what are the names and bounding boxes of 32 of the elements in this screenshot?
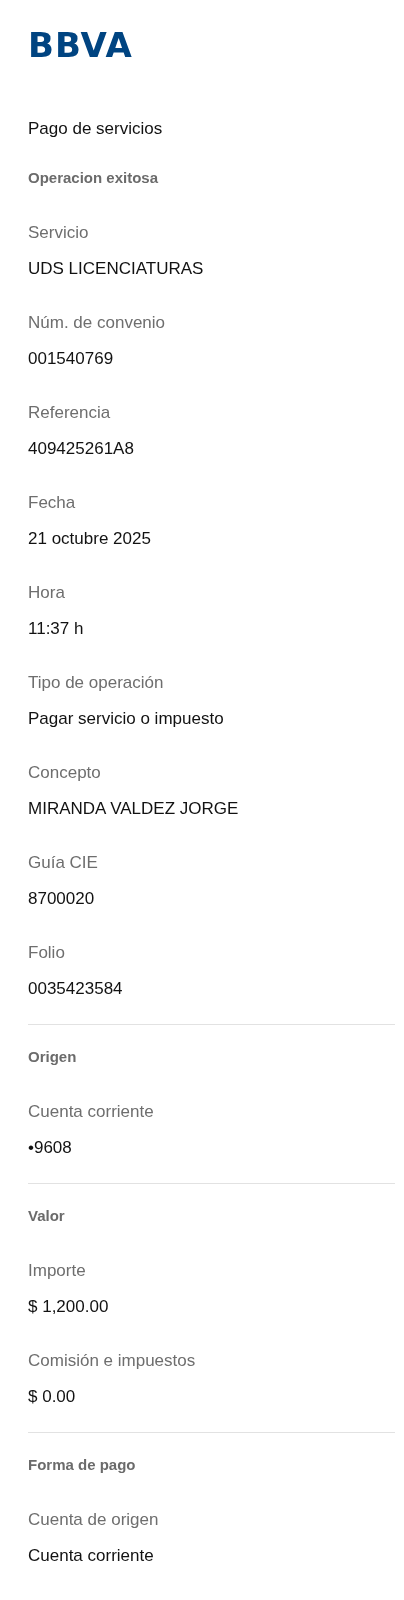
field-label: Tipo de operación: [28, 672, 164, 694]
field-value: 21 octubre 2025: [28, 528, 151, 550]
section-heading: Valor: [28, 1206, 65, 1226]
section-heading: Operacion exitosa: [28, 168, 159, 188]
field-label: Comisión e impuestos: [28, 1350, 196, 1372]
field-value: 8700020: [28, 888, 95, 910]
field-value: 0035423584: [28, 978, 123, 1000]
field-label: Referencia: [28, 402, 111, 424]
brand-logo: BBVA: [28, 28, 133, 62]
field-value: Cuenta corriente: [28, 1545, 154, 1567]
section-heading: Origen: [28, 1047, 77, 1067]
field-value: $ 1,200.00: [28, 1296, 109, 1318]
field-value: $ 0.00: [28, 1386, 76, 1408]
section-heading: Forma de pago: [28, 1455, 136, 1475]
field-label: Importe: [28, 1260, 86, 1282]
field-label: Servicio: [28, 222, 89, 244]
field-label: Hora: [28, 582, 65, 604]
field-value: UDS LICENCIATURAS: [28, 258, 204, 280]
field-label: Guía CIE: [28, 852, 98, 874]
field-label: Cuenta de origen: [28, 1509, 159, 1531]
field-value: Pagar servicio o impuesto: [28, 708, 224, 730]
field-label: Fecha: [28, 492, 76, 514]
field-label: Núm. de convenio: [28, 312, 166, 334]
field-value: MIRANDA VALDEZ JORGE: [28, 798, 239, 820]
field-value: 409425261A8: [28, 438, 134, 460]
page-title: Pago de servicios: [28, 118, 164, 140]
field-value: 11:37 h: [28, 618, 84, 640]
field-value: 001540769: [28, 348, 114, 370]
field-value: •9608: [28, 1137, 72, 1159]
field-label: Cuenta corriente: [28, 1101, 154, 1123]
field-label: Folio: [28, 942, 65, 964]
field-label: Concepto: [28, 762, 101, 784]
